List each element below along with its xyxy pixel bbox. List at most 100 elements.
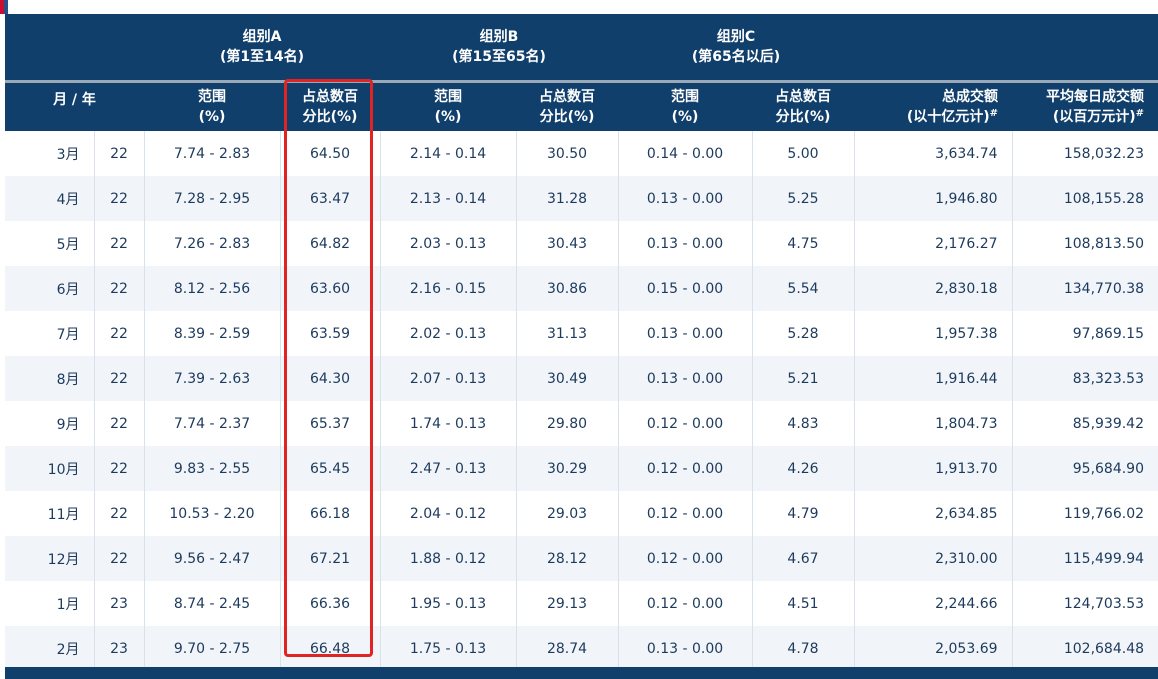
cell-year: 22	[93, 131, 144, 176]
col-month-year-label: 月 / 年	[53, 92, 96, 108]
group-a-name: 组别A	[242, 29, 282, 45]
cell-daily-turnover: 95,684.90	[1011, 446, 1158, 491]
table-body: 3月 22 7.74 - 2.83 64.50 2.14 - 0.14 30.50 0.14…	[5, 131, 1158, 671]
cell-year: 23	[93, 626, 144, 671]
cell-c-range: 0.15 - 0.00	[617, 266, 753, 311]
cell-b-share: 30.50	[515, 131, 619, 176]
group-a-rank: (第1至14名)	[219, 49, 305, 65]
cell-a-share: 66.48	[279, 626, 380, 671]
cell-b-share: 30.49	[515, 356, 619, 401]
cell-daily-turnover: 158,032.23	[1011, 131, 1158, 176]
cell-year: 22	[93, 266, 144, 311]
table-footer-bar	[5, 667, 1158, 679]
cell-month: 1月	[5, 581, 94, 626]
cell-month: 4月	[5, 176, 94, 221]
col-c-range-l1: 范围	[671, 89, 700, 105]
cell-a-share: 65.37	[279, 401, 380, 446]
group-c-header: 组别C (第65名以后)	[618, 14, 855, 82]
table-row: 9月 22 7.74 - 2.37 65.37 1.74 - 0.13 29.80 0.12…	[5, 401, 1158, 446]
col-total-turnover-l1: 总成交额	[942, 89, 999, 105]
cell-b-share: 28.12	[515, 536, 619, 581]
cell-daily-turnover: 83,323.53	[1011, 356, 1158, 401]
cell-b-range: 2.13 - 0.14	[379, 176, 516, 221]
group-b-rank: (第15至65名)	[452, 49, 546, 65]
col-daily-turnover-l2-wrap: (以百万元计)#	[1012, 107, 1144, 127]
cell-b-share: 30.29	[515, 446, 619, 491]
cell-c-share: 5.54	[751, 266, 855, 311]
cell-total-turnover: 2,310.00	[853, 536, 1013, 581]
cell-c-range: 0.13 - 0.00	[617, 176, 753, 221]
cell-a-share: 67.21	[279, 536, 380, 581]
col-a-range-l1: 范围	[198, 89, 226, 105]
cell-c-share: 4.83	[751, 401, 855, 446]
table-row: 1月 23 8.74 - 2.45 66.36 1.95 - 0.13 29.13 0.12…	[5, 581, 1158, 626]
cell-b-range: 1.95 - 0.13	[379, 581, 516, 626]
cell-c-range: 0.12 - 0.00	[617, 536, 753, 581]
cell-a-range: 7.39 - 2.63	[143, 356, 280, 401]
col-b-range: 范围 (%)	[380, 80, 516, 131]
col-c-range: 范围 (%)	[618, 80, 753, 131]
col-b-range-l1: 范围	[434, 89, 462, 105]
cell-year: 22	[93, 221, 144, 266]
col-b-share: 占总数百 分比(%)	[516, 80, 619, 131]
market-concentration-table: 组别A (第1至14名) 组别B (第15至65名) 组别C (第65名以后) …	[5, 14, 1158, 671]
group-b-name: 组别B	[479, 29, 519, 45]
cell-total-turnover: 2,053.69	[853, 626, 1013, 671]
cell-b-range: 2.07 - 0.13	[379, 356, 516, 401]
table-row: 10月 22 9.83 - 2.55 65.45 2.47 - 0.13 30.29 0.1…	[5, 446, 1158, 491]
col-daily-turnover-l1: 平均每日成交额	[1046, 89, 1145, 105]
cell-month: 7月	[5, 311, 94, 356]
col-c-share-l2: 分比(%)	[775, 109, 831, 125]
cell-b-share: 29.13	[515, 581, 619, 626]
col-total-turnover-l2: (以十亿元计)	[906, 109, 990, 125]
cell-b-share: 29.80	[515, 401, 619, 446]
col-month-year: 月 / 年	[5, 80, 144, 131]
cell-total-turnover: 1,916.44	[853, 356, 1013, 401]
col-b-share-l2: 分比(%)	[539, 109, 595, 125]
cell-c-share: 5.21	[751, 356, 855, 401]
cell-total-turnover: 1,913.70	[853, 446, 1013, 491]
top-strip	[0, 0, 1158, 14]
col-daily-turnover-l2: (以百万元计)	[1052, 109, 1136, 125]
cell-c-share: 4.75	[751, 221, 855, 266]
cell-a-range: 10.53 - 2.20	[143, 491, 280, 536]
col-c-range-l2: (%)	[671, 109, 699, 125]
cell-month: 9月	[5, 401, 94, 446]
cell-c-share: 5.00	[751, 131, 855, 176]
cell-daily-turnover: 124,703.53	[1011, 581, 1158, 626]
column-header-row: 月 / 年 范围 (%) 占总数百 分比(%) 范围 (%) 占总数百 分比(%…	[5, 80, 1158, 131]
cell-year: 22	[93, 356, 144, 401]
cell-year: 22	[93, 446, 144, 491]
cell-daily-turnover: 108,155.28	[1011, 176, 1158, 221]
cell-total-turnover: 2,634.85	[853, 491, 1013, 536]
col-a-share-l1: 占总数百	[302, 89, 358, 105]
cell-month: 10月	[5, 446, 94, 491]
group-c-name: 组别C	[716, 29, 756, 45]
cell-a-range: 8.74 - 2.45	[143, 581, 280, 626]
col-b-range-l2: (%)	[434, 109, 462, 125]
cell-month: 2月	[5, 626, 94, 671]
cell-c-range: 0.12 - 0.00	[617, 581, 753, 626]
cell-a-range: 8.12 - 2.56	[143, 266, 280, 311]
cell-a-range: 7.26 - 2.83	[143, 221, 280, 266]
cell-year: 22	[93, 401, 144, 446]
col-b-share-l1: 占总数百	[539, 89, 595, 105]
cell-month: 12月	[5, 536, 94, 581]
cell-month: 5月	[5, 221, 94, 266]
cell-c-share: 5.28	[751, 311, 855, 356]
cell-a-range: 7.28 - 2.95	[143, 176, 280, 221]
cell-b-share: 30.43	[515, 221, 619, 266]
cell-total-turnover: 2,830.18	[853, 266, 1013, 311]
cell-daily-turnover: 85,939.42	[1011, 401, 1158, 446]
cell-year: 22	[93, 536, 144, 581]
cell-b-share: 30.86	[515, 266, 619, 311]
group-c-rank: (第65名以后)	[691, 49, 781, 65]
cell-b-range: 1.75 - 0.13	[379, 626, 516, 671]
cell-a-share: 64.82	[279, 221, 380, 266]
cell-a-range: 7.74 - 2.37	[143, 401, 280, 446]
cell-month: 6月	[5, 266, 94, 311]
cell-a-share: 65.45	[279, 446, 380, 491]
cell-total-turnover: 1,946.80	[853, 176, 1013, 221]
table-row: 12月 22 9.56 - 2.47 67.21 1.88 - 0.12 28.12 0.1…	[5, 536, 1158, 581]
col-a-range-l2: (%)	[198, 109, 226, 125]
